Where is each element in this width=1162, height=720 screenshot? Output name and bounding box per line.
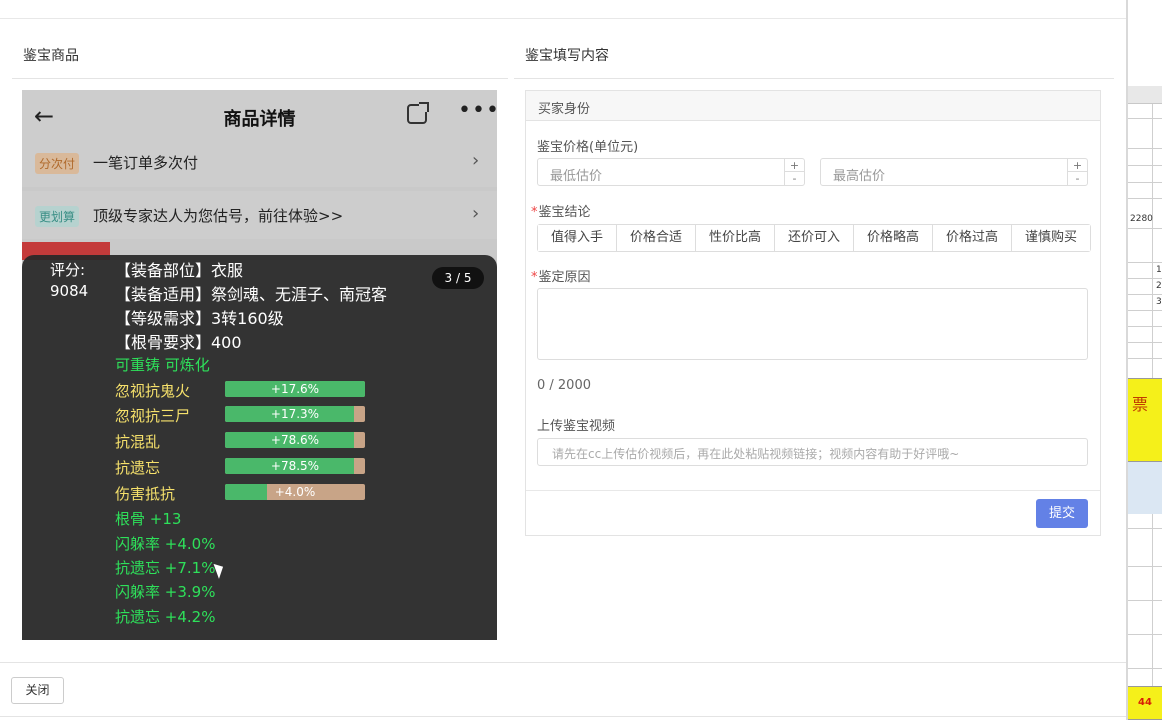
sheet-cell: 2280	[1130, 214, 1153, 224]
background-spreadsheet: 2280 1 2 3 票 44	[1126, 0, 1162, 720]
conclusion-label: *鉴宝结论	[531, 205, 591, 220]
resist-bar: +78.5%	[225, 458, 365, 474]
conclusion-option-slightly-high[interactable]: 价格略高	[854, 225, 933, 251]
phone-row-installment: 分次付 一笔订单多次付 ›	[22, 139, 497, 187]
extra-stat: 抗遗忘 +4.2%	[115, 608, 216, 626]
decrement-button[interactable]: -	[785, 172, 804, 185]
conclusion-option-fair-price[interactable]: 价格合适	[617, 225, 696, 251]
extra-stat: 闪躲率 +4.0%	[115, 535, 216, 553]
resist-name: 伤害抵抗	[115, 485, 176, 503]
equip-slot: 【装备部位】衣服	[115, 261, 244, 280]
resist-name: 抗混乱	[115, 433, 161, 451]
phone-top-bar: ← 商品详情 •••	[22, 90, 497, 142]
equipment-stats-overlay: 评分: 9084 3 / 5 【装备部位】衣服 【装备适用】祭剑魂、无涯子、南冠…	[22, 255, 497, 640]
resist-name: 忽视抗鬼火	[115, 382, 191, 400]
chevron-right-icon: ›	[472, 150, 480, 171]
resist-bar: +17.3%	[225, 406, 365, 422]
min-price-input[interactable]: 最低估价 + -	[537, 158, 805, 186]
conclusion-option-worth-buying[interactable]: 值得入手	[538, 225, 617, 251]
resist-name: 忽视抗三尸	[115, 407, 191, 425]
increment-button[interactable]: +	[785, 159, 804, 172]
sheet-header-row	[1128, 86, 1162, 104]
phone-row-text: 顶级专家达人为您估号，前往体验>>	[93, 207, 344, 225]
video-label: 上传鉴宝视频	[537, 419, 616, 434]
rework-status: 可重铸 可炼化	[115, 356, 210, 374]
equip-requirement: 【根骨要求】400	[115, 333, 242, 352]
reason-char-counter: 0 / 2000	[537, 378, 591, 393]
sheet-blue-cell	[1128, 462, 1162, 514]
conclusion-option-too-high[interactable]: 价格过高	[933, 225, 1012, 251]
chevron-right-icon: ›	[472, 203, 480, 224]
more-dots-icon: •••	[458, 98, 497, 123]
appraisal-modal: 鉴宝商品 鉴宝填写内容 ← 商品详情 ••• 分次付 一笔订单多次付 › 更划算…	[0, 0, 1126, 720]
min-price-stepper: + -	[784, 159, 804, 185]
min-price-placeholder: 最低估价	[550, 169, 603, 184]
max-price-input[interactable]: 最高估价 + -	[820, 158, 1088, 186]
equip-level: 【等级需求】3转160级	[115, 309, 284, 328]
resist-name: 抗遗忘	[115, 459, 161, 477]
conclusion-option-buy-cautiously[interactable]: 谨慎购买	[1012, 225, 1090, 251]
phone-row-text: 一笔订单多次付	[93, 154, 199, 172]
max-price-placeholder: 最高估价	[833, 169, 886, 184]
price-label: 鉴宝价格(单位元)	[537, 140, 639, 155]
phone-row-expert: 更划算 顶级专家达人为您估号，前往体验>> ›	[22, 191, 497, 239]
product-section-title: 鉴宝商品	[23, 48, 79, 64]
sheet-highlight-cell: 44	[1128, 686, 1162, 720]
required-mark: *	[531, 270, 538, 285]
equip-applicable: 【装备适用】祭剑魂、无涯子、南冠客	[115, 285, 388, 304]
conclusion-option-good-value[interactable]: 性价比高	[696, 225, 775, 251]
form-section-title: 鉴宝填写内容	[525, 48, 609, 64]
required-mark: *	[531, 205, 538, 220]
close-button[interactable]: 关闭	[11, 677, 64, 704]
submit-button[interactable]: 提交	[1036, 499, 1088, 528]
image-pager: 3 / 5	[432, 267, 484, 289]
sheet-highlight-cell: 票	[1128, 378, 1162, 462]
sheet-cell: 1	[1156, 265, 1162, 275]
buyer-identity-title: 买家身份	[538, 102, 591, 117]
sheet-cell: 2	[1156, 281, 1162, 291]
reason-textarea[interactable]	[537, 288, 1088, 360]
external-share-icon	[407, 102, 429, 124]
score-value: 9084	[50, 282, 89, 300]
conclusion-option-buy-after-bargain[interactable]: 还价可入	[775, 225, 854, 251]
resist-bar: +78.6%	[225, 432, 365, 448]
decrement-button[interactable]: -	[1068, 172, 1087, 185]
panel-header: 买家身份	[526, 91, 1100, 121]
sheet-cell: 3	[1156, 297, 1162, 307]
extra-stat: 抗遗忘 +7.1%	[115, 559, 216, 577]
score-label: 评分:	[50, 261, 86, 279]
deal-tag: 更划算	[35, 206, 80, 227]
extra-stat: 闪躲率 +3.9%	[115, 583, 216, 601]
video-link-placeholder: 请先在cc上传估价视频后，再在此处粘贴视频链接；视频内容有助于好评哦~	[552, 447, 960, 461]
reason-label: *鉴定原因	[531, 270, 591, 285]
installment-tag: 分次付	[35, 153, 80, 174]
max-price-stepper: + -	[1067, 159, 1087, 185]
resist-bar: +4.0%	[225, 484, 365, 500]
increment-button[interactable]: +	[1068, 159, 1087, 172]
extra-stat: 根骨 +13	[115, 510, 182, 528]
resist-bar: +17.6%	[225, 381, 365, 397]
conclusion-options: 值得入手 价格合适 性价比高 还价可入 价格略高 价格过高 谨慎购买	[537, 224, 1091, 252]
video-link-input[interactable]: 请先在cc上传估价视频后，再在此处粘贴视频链接；视频内容有助于好评哦~	[537, 438, 1088, 466]
